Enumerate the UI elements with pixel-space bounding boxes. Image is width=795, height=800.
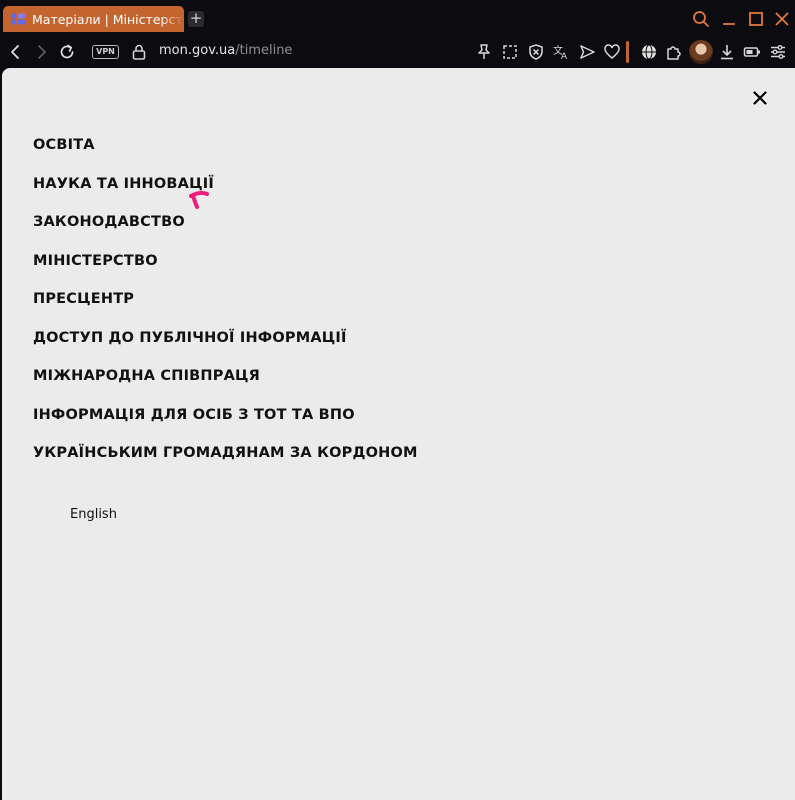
close-window-icon[interactable] — [773, 10, 791, 28]
tab-strip: Матеріали | Міністерство освіти і науки … — [0, 0, 795, 36]
settings-sliders-icon[interactable] — [769, 43, 787, 61]
menu-item-za-kordonom[interactable]: УКРАЇНСЬКИМ ГРОМАДЯНАМ ЗА КОРДОНОМ — [33, 444, 418, 483]
send-icon[interactable] — [578, 43, 596, 61]
pen-mark-annotation — [189, 190, 209, 209]
menu-item-label[interactable]: МІЖНАРОДНА СПІВПРАЦЯ — [33, 368, 260, 384]
menu-item-zakonodavstvo[interactable]: ЗАКОНОДАВСТВО — [33, 213, 418, 252]
menu-item-nauka[interactable]: НАУКА ТА ІННОВАЦІЇ — [33, 175, 418, 214]
url-host: mon.gov.ua — [159, 43, 236, 58]
minimize-icon[interactable] — [720, 10, 738, 28]
menu-item-label[interactable]: ДОСТУП ДО ПУБЛІЧНОЇ ІНФОРМАЦІЇ — [33, 330, 347, 346]
download-icon[interactable] — [718, 43, 736, 61]
browser-tab-active[interactable]: Матеріали | Міністерство освіти і науки … — [3, 6, 184, 32]
search-icon[interactable] — [692, 10, 710, 28]
globe-icon[interactable] — [640, 43, 658, 61]
svg-text:A: A — [561, 52, 568, 61]
menu-item-label[interactable]: ПРЕСЦЕНТР — [33, 291, 134, 307]
close-menu-icon[interactable] — [751, 89, 769, 107]
menu-item-dostup[interactable]: ДОСТУП ДО ПУБЛІЧНОЇ ІНФОРМАЦІЇ — [33, 329, 418, 368]
forward-icon[interactable] — [32, 43, 50, 61]
main-menu: ОСВІТА НАУКА ТА ІННОВАЦІЇ ЗАКОНОДАВСТВО … — [33, 136, 418, 483]
language-switch-english[interactable]: English — [70, 507, 117, 522]
reload-icon[interactable] — [58, 43, 76, 61]
toolbar-separator — [626, 41, 629, 63]
screenshot-icon[interactable] — [501, 43, 519, 61]
navigation-bar: VPN mon.gov.ua/timeline 文 A — [0, 36, 795, 68]
new-tab-button[interactable]: + — [188, 11, 204, 27]
menu-item-label[interactable]: МІНІСТЕРСТВО — [33, 253, 158, 269]
menu-item-tot-vpo[interactable]: ІНФОРМАЦІЯ ДЛЯ ОСІБ З ТОТ ТА ВПО — [33, 406, 418, 445]
mon-logo-icon — [10, 13, 26, 25]
pin-icon[interactable] — [475, 43, 493, 61]
translate-icon[interactable]: 文 A — [552, 43, 570, 61]
tab-title: Матеріали | Міністерство освіти і науки … — [32, 11, 184, 27]
menu-item-label[interactable]: ЗАКОНОДАВСТВО — [33, 214, 185, 230]
back-icon[interactable] — [7, 43, 25, 61]
vpn-badge[interactable]: VPN — [92, 45, 119, 59]
extensions-puzzle-icon[interactable] — [665, 43, 683, 61]
menu-item-ministerstvo[interactable]: МІНІСТЕРСТВО — [33, 252, 418, 291]
adblock-shield-icon[interactable] — [527, 43, 545, 61]
menu-item-label[interactable]: ІНФОРМАЦІЯ ДЛЯ ОСІБ З ТОТ ТА ВПО — [33, 407, 355, 423]
battery-icon[interactable] — [743, 43, 761, 61]
menu-item-osvita[interactable]: ОСВІТА — [33, 136, 418, 175]
menu-item-label[interactable]: УКРАЇНСЬКИМ ГРОМАДЯНАМ ЗА КОРДОНОМ — [33, 445, 418, 461]
address-field[interactable]: mon.gov.ua/timeline — [159, 43, 292, 58]
lock-icon[interactable] — [130, 43, 148, 61]
heart-icon[interactable] — [603, 43, 621, 61]
maximize-icon[interactable] — [747, 10, 765, 28]
url-path: /timeline — [235, 43, 293, 58]
menu-item-mizhnarodna[interactable]: МІЖНАРОДНА СПІВПРАЦЯ — [33, 367, 418, 406]
menu-overlay: ОСВІТА НАУКА ТА ІННОВАЦІЇ ЗАКОНОДАВСТВО … — [2, 68, 795, 800]
menu-item-prescentr[interactable]: ПРЕСЦЕНТР — [33, 290, 418, 329]
profile-avatar[interactable] — [689, 40, 713, 64]
menu-item-label[interactable]: ОСВІТА — [33, 137, 95, 153]
